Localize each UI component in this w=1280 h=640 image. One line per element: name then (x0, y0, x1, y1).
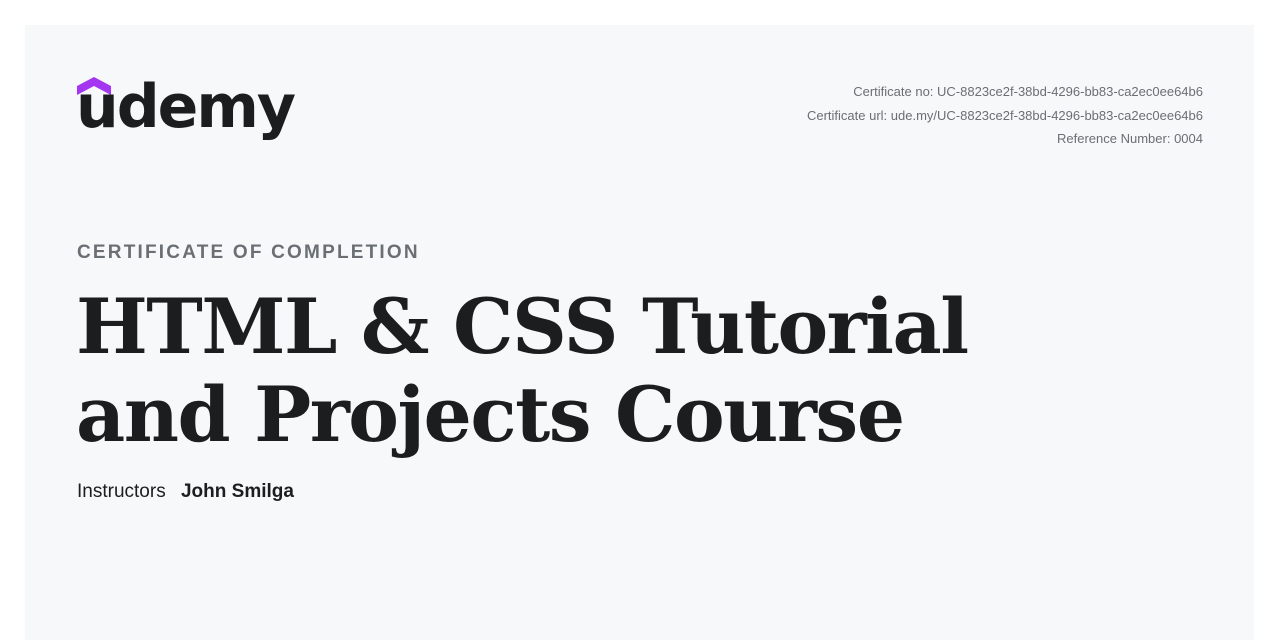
course-title: HTML & CSS Tutorial and Projects Course (76, 282, 969, 459)
logo-wordmark: udemy (76, 72, 296, 142)
certificate-meta: Certificate no: UC-8823ce2f-38bd-4296-bb… (807, 80, 1203, 151)
instructor-name: John Smilga (180, 481, 294, 502)
udemy-logo: udemy (76, 75, 296, 155)
reference-number: Reference Number: 0004 (1057, 131, 1203, 146)
instructors-label: Instructors (77, 481, 166, 502)
certificate-number: Certificate no: UC-8823ce2f-38bd-4296-bb… (853, 84, 1203, 99)
certificate-card: udemy Certificate no: UC-8823ce2f-38bd-4… (25, 25, 1254, 640)
certificate-kicker: CERTIFICATE OF COMPLETION (77, 242, 420, 263)
instructors-line: Instructors John Smilga (77, 481, 294, 503)
certificate-url: Certificate url: ude.my/UC-8823ce2f-38bd… (806, 107, 1203, 123)
